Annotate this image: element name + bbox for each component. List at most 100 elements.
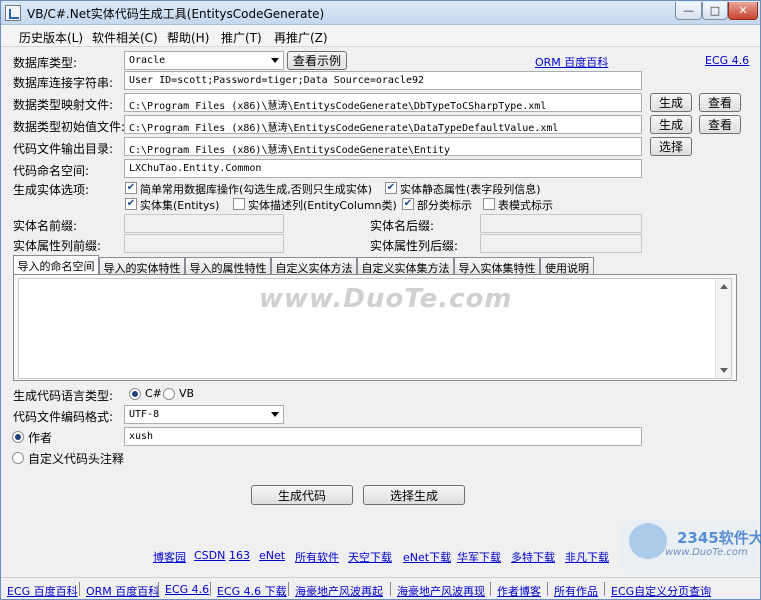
language-option-vb: VB [179,387,195,400]
tab-entity-attributes[interactable]: 导入的实体特性 [99,257,185,275]
entity-prefix-input[interactable] [124,214,284,233]
output-dir-select-button[interactable]: 选择 [650,137,692,156]
main-window: VB/C#.Net实体代码生成工具(EntitysCodeGenerate) —… [0,0,761,600]
prop-prefix-input[interactable] [124,234,284,253]
type-default-generate-button[interactable]: 生成 [650,115,692,134]
tab-property-attributes[interactable]: 导入的属性特性 [185,257,271,275]
type-default-input[interactable]: C:\Program Files (x86)\慧涛\EntitysCodeGen… [124,115,642,134]
footer-link-skycn[interactable]: 天空下载 [348,549,392,565]
db-type-label: 数据库类型: [13,56,78,70]
app-icon [5,5,21,21]
type-map-input[interactable]: C:\Program Files (x86)\慧涛\EntitysCodeGen… [124,93,642,112]
status-separator [288,582,289,596]
status-separator [158,582,159,596]
type-default-view-button[interactable]: 查看 [699,115,741,134]
custom-header-label: 自定义代码头注释 [28,452,125,466]
footer-link-enet-download[interactable]: eNet下载 [403,549,451,565]
status-link-author-blog[interactable]: 作者博客 [497,583,541,599]
status-link-paging-query[interactable]: ECG自定义分页查询 [611,583,711,599]
tab-namespaces[interactable]: 导入的命名空间 [13,255,99,275]
option-checkbox-simple-db[interactable]: ✔ [125,182,137,194]
entity-suffix-input[interactable] [480,214,642,233]
status-separator [604,582,605,596]
language-radio-vb[interactable] [163,388,175,400]
option-label-entitys: 实体集(Entitys) [140,199,220,212]
option-checkbox-schema[interactable] [483,198,495,210]
option-checkbox-static-props[interactable]: ✔ [385,182,397,194]
entity-prefix-label: 实体名前缀: [13,219,78,233]
tab-entitys-attributes[interactable]: 导入实体集特性 [454,257,540,275]
footer-link-163[interactable]: 163 [229,549,250,562]
author-radio[interactable] [12,431,24,443]
status-link-all-works[interactable]: 所有作品 [554,583,598,599]
prop-prefix-label: 实体属性列前缀: [13,239,102,253]
option-label-simple-db: 简单常用数据库操作(勾选生成,否则只生成实体) [140,183,373,196]
close-button[interactable]: ✕ [728,2,758,20]
title-bar[interactable]: VB/C#.Net实体代码生成工具(EntitysCodeGenerate) —… [1,1,760,25]
maximize-button[interactable]: □ [702,2,728,20]
namespace-input[interactable]: LXChuTao.Entity.Common [124,159,642,178]
status-link-news-1[interactable]: 海豪地产风波再起 [295,583,383,599]
watermark: www.DuoTe.com [259,284,513,314]
view-example-button[interactable]: 查看示例 [287,51,347,70]
menu-help[interactable]: 帮助(H) [167,29,209,46]
encoding-value: UTF-8 [129,409,160,420]
status-separator [79,582,80,596]
type-map-view-button[interactable]: 查看 [699,93,741,112]
tab-custom-entity-methods[interactable]: 自定义实体方法 [271,257,357,275]
menu-history[interactable]: 历史版本(L) [19,29,83,46]
menu-promote[interactable]: 推广(T) [221,29,262,46]
scroll-up-icon[interactable] [720,284,728,289]
status-link-ecg-download[interactable]: ECG 4.6 下载 [217,583,287,599]
chevron-down-icon [271,58,279,63]
select-generate-button[interactable]: 选择生成 [363,485,465,505]
option-label-entity-column: 实体描述列(EntityColumn类) [248,199,397,212]
connection-input[interactable]: User ID=scott;Password=tiger;Data Source… [124,71,642,90]
option-checkbox-entitys[interactable]: ✔ [125,198,137,210]
mascot-icon [629,523,667,559]
type-map-label: 数据类型映射文件: [13,98,114,112]
menu-repromote[interactable]: 再推广(Z) [274,29,328,46]
generate-code-button[interactable]: 生成代码 [251,485,353,505]
custom-header-radio[interactable] [12,452,24,464]
corner-logo-brand: 2345软件大全 [677,529,761,547]
option-checkbox-partial[interactable]: ✔ [402,198,414,210]
footer-link-all-software[interactable]: 所有软件 [295,549,339,565]
status-link-news-2[interactable]: 海豪地产风波再现 [397,583,485,599]
minimize-button[interactable]: — [675,2,702,20]
footer-link-crsky[interactable]: 非凡下载 [565,549,609,565]
footer-link-csdn[interactable]: CSDN [194,549,225,562]
status-link-ecg-version[interactable]: ECG 4.6 [165,583,209,596]
tab-usage[interactable]: 使用说明 [540,257,594,275]
status-bar: ECG 百度百科 ORM 百度百科 ECG 4.6 ECG 4.6 下载 海豪地… [1,577,760,599]
status-link-orm-baike[interactable]: ORM 百度百科 [86,583,159,599]
ecg-version-link[interactable]: ECG 4.6 [705,54,749,67]
menu-software[interactable]: 软件相关(C) [92,29,158,46]
entity-suffix-label: 实体名后缀: [370,219,435,233]
status-separator [490,582,491,596]
window-title: VB/C#.Net实体代码生成工具(EntitysCodeGenerate) [27,7,325,21]
scroll-down-icon[interactable] [720,368,728,373]
prop-suffix-input[interactable] [480,234,642,253]
connection-label: 数据库连接字符串: [13,76,114,90]
db-type-select[interactable]: Oracle [124,51,284,70]
type-map-generate-button[interactable]: 生成 [650,93,692,112]
author-label: 作者 [28,431,53,445]
language-label: 生成代码语言类型: [13,389,114,403]
tab-custom-entitys-methods[interactable]: 自定义实体集方法 [357,257,454,275]
vertical-scrollbar[interactable] [715,279,731,378]
footer-link-cnblogs[interactable]: 博客园 [153,549,186,565]
menu-bar: 历史版本(L) 软件相关(C) 帮助(H) 推广(T) 再推广(Z) [1,25,760,47]
footer-link-onlinedown[interactable]: 华军下载 [457,549,501,565]
status-separator [390,582,391,596]
footer-link-enet[interactable]: eNet [259,549,285,562]
orm-baike-link[interactable]: ORM 百度百科 [535,54,608,70]
output-dir-input[interactable]: C:\Program Files (x86)\慧涛\EntitysCodeGen… [124,137,642,156]
option-checkbox-entity-column[interactable] [233,198,245,210]
encoding-select[interactable]: UTF-8 [124,405,284,424]
footer-link-duote[interactable]: 多特下载 [511,549,555,565]
language-radio-csharp[interactable] [129,388,141,400]
author-input[interactable]: xush [124,427,642,446]
status-link-ecg-baike[interactable]: ECG 百度百科 [7,583,78,599]
db-type-value: Oracle [129,55,166,66]
